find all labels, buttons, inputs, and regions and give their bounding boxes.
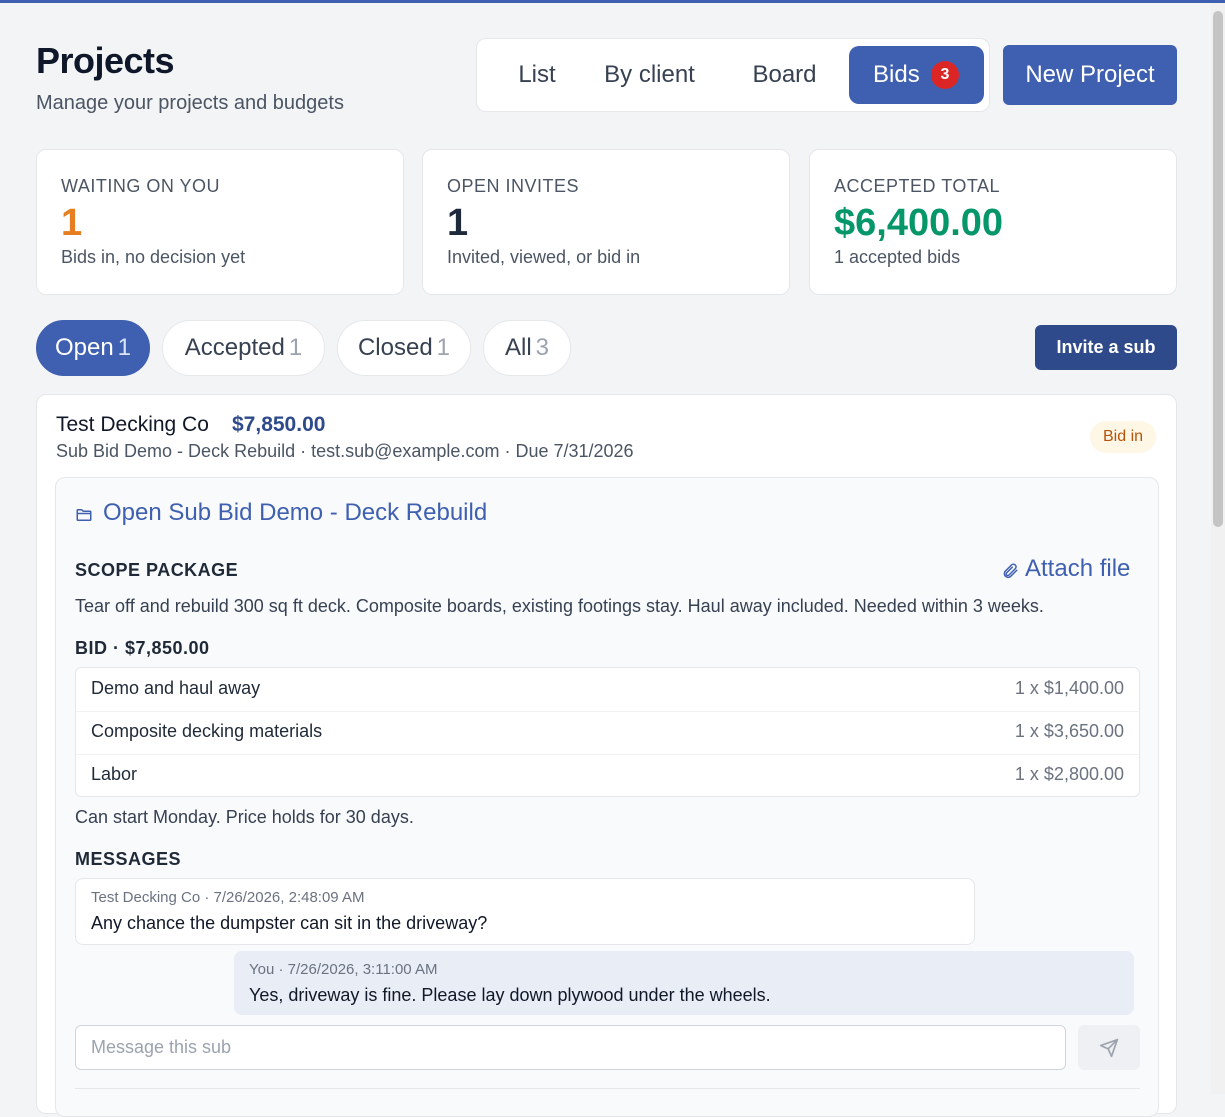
- stat-description: 1 accepted bids: [834, 247, 961, 267]
- message-input[interactable]: [75, 1025, 1066, 1070]
- line-item-row: Labor 1 x $2,800.00: [76, 754, 1139, 797]
- scope-heading: SCOPE PACKAGE: [75, 560, 239, 580]
- stat-description: Invited, viewed, or bid in: [447, 247, 641, 267]
- stat-card-open-invites: OPEN INVITES 1 Invited, viewed, or bid i…: [422, 149, 790, 295]
- stat-card-accepted-total: ACCEPTED TOTAL $6,400.00 1 accepted bids: [809, 149, 1177, 295]
- message-outgoing: You · 7/26/2026, 3:11:00 AM Yes, drivewa…: [234, 951, 1134, 1015]
- filter-label: Accepted: [184, 334, 285, 361]
- sub-name: Test Decking Co: [56, 413, 209, 436]
- divider: [75, 1088, 1140, 1089]
- line-item-price: 1 x $2,800.00: [1014, 764, 1124, 784]
- filter-label: Closed: [357, 334, 433, 361]
- top-accent-line: [0, 0, 1225, 3]
- stat-value: 1: [61, 202, 83, 244]
- stat-description: Bids in, no decision yet: [61, 247, 246, 267]
- attach-file-label: Attach file: [1025, 555, 1131, 582]
- scrollbar[interactable]: [1211, 3, 1225, 1094]
- message-body: Any chance the dumpster can sit in the d…: [91, 913, 488, 933]
- filter-label: All: [504, 334, 532, 361]
- stat-value: $6,400.00: [834, 202, 1004, 244]
- stat-label: WAITING ON YOU: [61, 176, 221, 196]
- stat-label: OPEN INVITES: [447, 176, 580, 196]
- send-icon: [1099, 1038, 1119, 1058]
- filter-all[interactable]: All 3: [483, 320, 571, 376]
- filter-count: 1: [436, 334, 451, 361]
- filter-count: 1: [288, 334, 303, 361]
- stat-card-waiting: WAITING ON YOU 1 Bids in, no decision ye…: [36, 149, 404, 295]
- scope-text: Tear off and rebuild 300 sq ft deck. Com…: [75, 596, 1044, 616]
- message-meta: You · 7/26/2026, 3:11:00 AM: [249, 961, 438, 978]
- status-badge: Bid in: [1090, 421, 1157, 453]
- filter-accepted[interactable]: Accepted 1: [162, 320, 325, 376]
- line-item-row: Demo and haul away 1 x $1,400.00: [76, 668, 1139, 712]
- line-item-row: Composite decking materials 1 x $3,650.0…: [76, 711, 1139, 755]
- view-tab-bids[interactable]: Bids 3: [849, 46, 984, 104]
- line-item-name: Composite decking materials: [91, 721, 323, 741]
- page-subtitle: Manage your projects and budgets: [36, 92, 344, 114]
- message-meta: Test Decking Co · 7/26/2026, 2:48:09 AM: [91, 889, 365, 906]
- view-switcher: List By client Board Bids 3: [476, 38, 990, 112]
- line-item-price: 1 x $1,400.00: [1014, 678, 1124, 698]
- bid-detail-panel: Open Sub Bid Demo - Deck Rebuild SCOPE P…: [55, 477, 1159, 1117]
- line-item-name: Demo and haul away: [91, 678, 261, 698]
- invite-sub-button[interactable]: Invite a sub: [1035, 325, 1177, 370]
- bids-count-badge: 3: [931, 61, 959, 89]
- page-title: Projects: [36, 40, 175, 81]
- filter-closed[interactable]: Closed 1: [337, 320, 471, 376]
- stat-label: ACCEPTED TOTAL: [834, 176, 1001, 196]
- filter-label: Open: [54, 334, 114, 361]
- messages-heading: MESSAGES: [75, 849, 182, 869]
- view-tab-list[interactable]: List: [487, 46, 587, 104]
- scrollbar-thumb[interactable]: [1213, 11, 1223, 527]
- view-tab-by-client[interactable]: By client: [592, 46, 707, 104]
- bid-heading: BID · $7,850.00: [75, 638, 210, 658]
- paperclip-icon: [1003, 563, 1018, 579]
- bid-amount: $7,850.00: [232, 413, 326, 436]
- line-item-name: Labor: [91, 764, 138, 784]
- filter-open[interactable]: Open 1: [36, 320, 150, 376]
- send-message-button[interactable]: [1078, 1025, 1140, 1070]
- folder-icon: [76, 509, 92, 521]
- message-incoming: Test Decking Co · 7/26/2026, 2:48:09 AM …: [75, 878, 975, 945]
- line-items-table: Demo and haul away 1 x $1,400.00 Composi…: [75, 667, 1140, 797]
- view-tab-bids-label: Bids: [873, 61, 920, 88]
- open-project-label: Open Sub Bid Demo - Deck Rebuild: [103, 499, 488, 526]
- filter-count: 1: [117, 334, 132, 361]
- new-project-button[interactable]: New Project: [1003, 45, 1177, 105]
- bid-note: Can start Monday. Price holds for 30 day…: [75, 807, 414, 827]
- filter-count: 3: [535, 334, 550, 361]
- stat-value: 1: [447, 202, 469, 244]
- bid-card: Test Decking Co $7,850.00 Sub Bid Demo -…: [36, 394, 1177, 1117]
- bid-meta: Sub Bid Demo - Deck Rebuild · test.sub@e…: [56, 441, 634, 461]
- view-tab-board[interactable]: Board: [732, 46, 837, 104]
- message-body: Yes, driveway is fine. Please lay down p…: [249, 985, 771, 1005]
- line-item-price: 1 x $3,650.00: [1014, 721, 1124, 741]
